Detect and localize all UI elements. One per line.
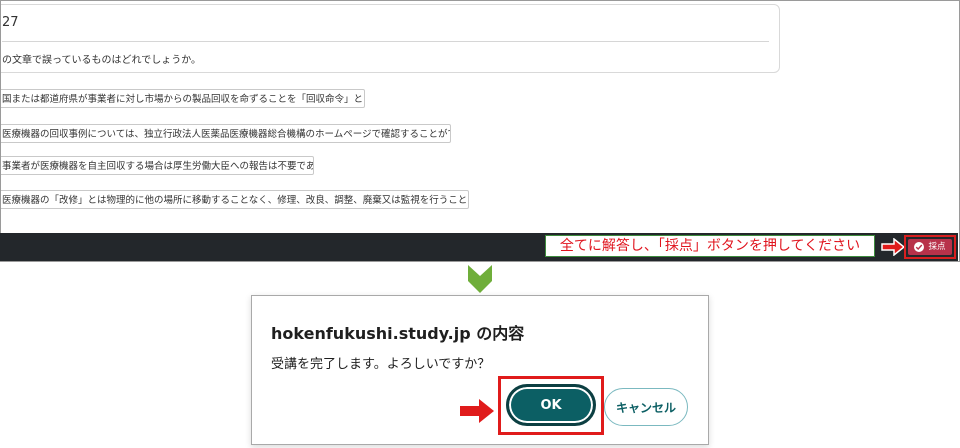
cancel-button[interactable]: キャンセル — [604, 388, 688, 426]
answer-option-3[interactable]: 事業者が医療機器を自主回収する場合は厚生労働大臣への報告は不要である。 — [1, 156, 314, 175]
ok-button[interactable]: OK — [506, 384, 596, 426]
question-text: の文章で誤っているものはどれでしょうか。 — [2, 55, 201, 66]
answer-option-2[interactable]: 医療機器の回収事例については、独立行政法人医薬品医療機器総合機構のホームページで… — [1, 124, 451, 143]
answer-option-1[interactable]: 国または都道府県が事業者に対し市場からの製品回収を命ずることを「回収命令」という… — [1, 89, 365, 108]
check-circle-icon — [914, 242, 925, 252]
dialog-message: 受講を完了します。よろしいですか？ — [271, 357, 491, 372]
instruction-callout: 全てに解答し、「採点」ボタンを押してください — [545, 235, 875, 257]
chevron-down-icon — [468, 265, 492, 293]
question-number: 27 — [2, 15, 19, 30]
score-button[interactable]: 採点 — [908, 239, 952, 255]
quiz-screenshot: 27 の文章で誤っているものはどれでしょうか。 国または都道府県が事業者に対し市… — [0, 0, 960, 262]
confirm-dialog: hokenfukushi.study.jp の内容 受講を完了します。よろしいで… — [251, 295, 709, 445]
answer-option-4[interactable]: 医療機器の「改修」とは物理的に他の場所に移動することなく、修理、改良、調整、廃棄… — [1, 190, 469, 209]
question-card: 27 の文章で誤っているものはどれでしょうか。 — [1, 4, 780, 73]
score-button-label: 採点 — [928, 242, 946, 252]
dialog-title: hokenfukushi.study.jp の内容 — [271, 324, 525, 343]
right-arrow-icon — [881, 238, 905, 256]
question-divider — [2, 41, 769, 42]
right-arrow-icon — [460, 399, 494, 423]
